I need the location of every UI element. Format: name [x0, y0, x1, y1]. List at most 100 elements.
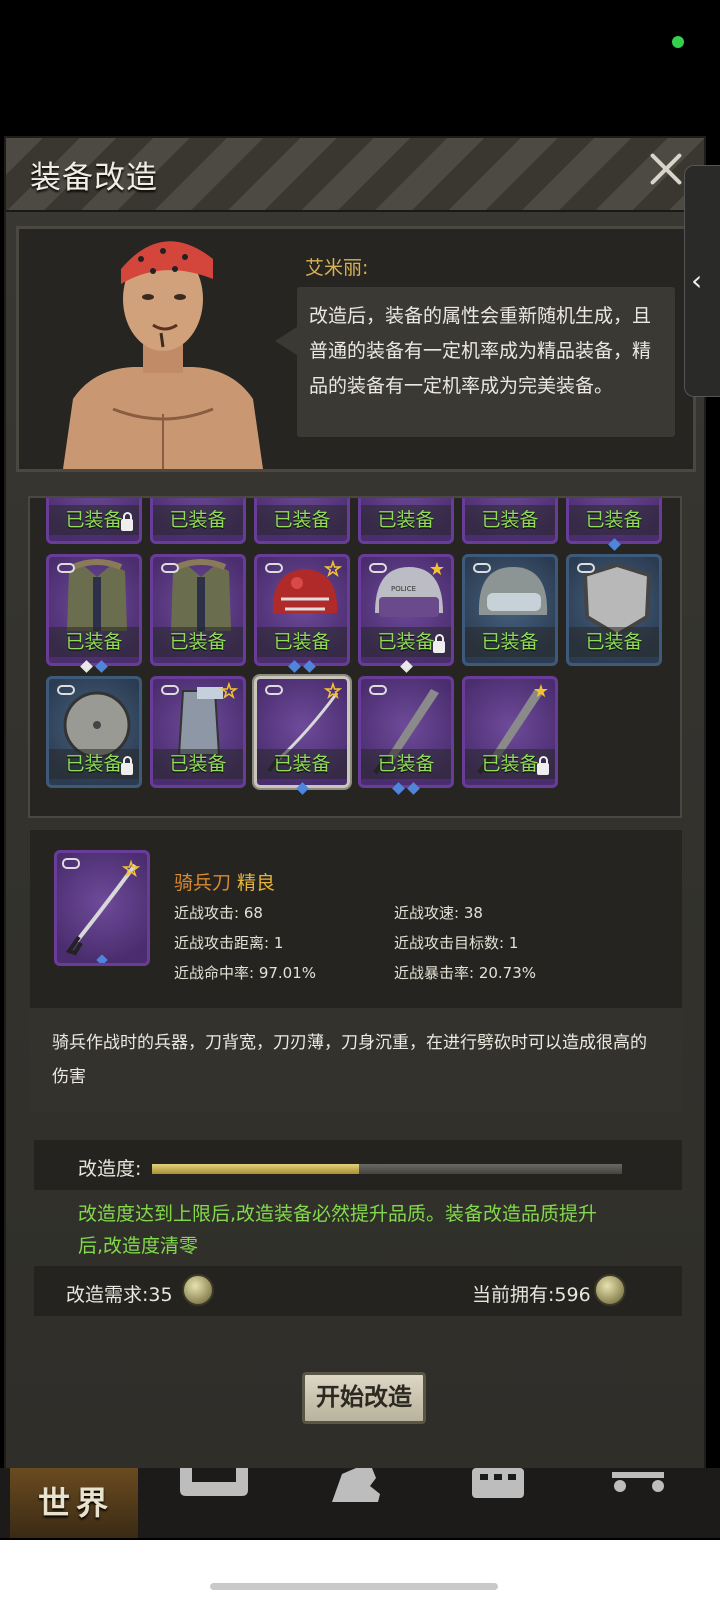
speaker-name: 艾米丽: [305, 257, 369, 279]
lock-icon [433, 634, 445, 653]
gem-icon [399, 660, 413, 673]
bottom-nav: 世界 [0, 1468, 720, 1538]
gem-sockets [566, 538, 662, 552]
item-name: 骑兵刀 精良 [174, 868, 275, 895]
link-icon [57, 563, 75, 573]
stat-melee-crit: 近战暴击率: 20.73% [394, 964, 537, 982]
modification-progress-fill [152, 1164, 359, 1174]
equipped-label: 已装备 [257, 627, 347, 657]
close-icon[interactable] [646, 148, 686, 188]
equipment-slot-partial[interactable]: 已装备 [254, 498, 350, 544]
gem-icon [95, 660, 108, 673]
stat-melee-speed: 近战攻速: 38 [394, 904, 483, 922]
equipment-slot-partial[interactable]: 已装备 [358, 498, 454, 544]
modification-progress-row: 改造度: [34, 1140, 682, 1190]
equipment-slot-partial[interactable]: 已装备 [46, 498, 142, 544]
lock-icon [537, 756, 549, 775]
vehicle-icon[interactable] [612, 1468, 672, 1508]
gem-sockets [358, 782, 454, 796]
backpack-icon[interactable] [176, 1468, 256, 1508]
stat-melee-attack: 近战攻击: 68 [174, 904, 263, 922]
nav-world-label: 世界 [38, 1484, 115, 1522]
equipment-slot-partial[interactable]: 已装备 [150, 498, 246, 544]
modification-label: 改造度: [78, 1158, 142, 1180]
sabre-icon: ★ [62, 858, 140, 966]
equipped-label: 已装备 [49, 627, 139, 657]
equipment-slot-coat[interactable]: 已装备 [150, 554, 246, 666]
gem-sockets [358, 660, 454, 674]
modification-progress-bar [152, 1164, 622, 1174]
equipped-label: 已装备 [153, 505, 243, 535]
stat-melee-range: 近战攻击距离: 1 [174, 934, 284, 952]
equipment-slot-shield[interactable]: 已装备 [566, 554, 662, 666]
selected-item-icon: ★ [54, 850, 150, 966]
link-icon [577, 563, 595, 573]
link-icon [369, 563, 387, 573]
gem-icon [288, 660, 301, 673]
link-icon [265, 563, 283, 573]
equipment-slot-motorcycle-helmet[interactable]: 已装备 [462, 554, 558, 666]
lock-icon [121, 756, 133, 775]
gem-sockets [254, 660, 350, 674]
star-icon: ★ [428, 559, 445, 580]
character-icon[interactable] [322, 1468, 392, 1508]
equipped-label: 已装备 [257, 505, 347, 535]
equipment-slot-sabre[interactable]: ★ 已装备 [254, 676, 350, 788]
link-icon [161, 563, 179, 573]
star-icon: ★ [220, 680, 238, 703]
item-name-text: 骑兵刀 [174, 872, 232, 894]
item-detail: ★ 骑兵刀 精良 近战攻击: 68 近战攻速: 38 近战攻击距离: 1 近战攻击… [30, 830, 682, 1008]
equipment-slot-football-helmet[interactable]: ★ 已装备 [254, 554, 350, 666]
equipment-grid: 已装备 已装备 已装备 已装备 已装备 已装备 已装备 已装备 ★ 已装备 POLICE ★ 已装备 已装… [28, 496, 682, 818]
equipment-slot-machete[interactable]: ★ 已装备 [462, 676, 558, 788]
link-icon [369, 685, 387, 695]
panel-header: 装备改造 [6, 138, 704, 212]
link-icon [161, 685, 179, 695]
equipped-label: 已装备 [569, 505, 659, 535]
equipped-label: 已装备 [153, 627, 243, 657]
equipment-modify-panel: 装备改造 艾米丽: 改造后，装备的属性会重新随机生成，且普通的装备有一定机率成为… [4, 136, 706, 1476]
gem-icon [407, 782, 420, 795]
npc-dialog: 艾米丽: 改造后，装备的属性会重新随机生成，且普通的装备有一定机率成为精品装备，… [16, 226, 696, 472]
equipped-label: 已装备 [257, 749, 347, 779]
equipment-slot-machete[interactable]: 已装备 [358, 676, 454, 788]
gem-icon [295, 782, 309, 795]
equipment-slot-round-shield[interactable]: 已装备 [46, 676, 142, 788]
gem-sockets [46, 660, 142, 674]
gem-sockets [254, 782, 350, 796]
equipped-label: 已装备 [465, 505, 555, 535]
svg-text:POLICE: POLICE [391, 585, 416, 593]
equipped-label: 已装备 [361, 749, 451, 779]
coin-icon [182, 1274, 214, 1306]
side-drawer-tab[interactable]: ‹ [684, 165, 720, 397]
npc-portrait [53, 229, 273, 469]
link-icon [473, 563, 491, 573]
stat-melee-hit: 近战命中率: 97.01% [174, 964, 317, 982]
crafting-icon[interactable] [470, 1468, 530, 1508]
system-bar [0, 1540, 720, 1601]
gem-icon [392, 782, 405, 795]
nav-world[interactable]: 世界 [10, 1468, 138, 1538]
dialog-bubble: 改造后，装备的属性会重新随机生成，且普通的装备有一定机率成为精品装备，精品的装备… [275, 287, 675, 437]
equipped-label: 已装备 [465, 627, 555, 657]
gem-icon [303, 660, 316, 673]
equipped-label: 已装备 [153, 749, 243, 779]
equipment-slot-coat[interactable]: 已装备 [46, 554, 142, 666]
lock-icon [121, 512, 133, 531]
equipment-slot-police-helmet[interactable]: POLICE ★ 已装备 [358, 554, 454, 666]
equipment-slot-arm-guard[interactable]: ★ 已装备 [150, 676, 246, 788]
star-icon: ★ [324, 680, 342, 703]
coin-icon [594, 1274, 626, 1306]
cost-row: 改造需求:35 当前拥有:596 [34, 1266, 682, 1316]
start-modify-button[interactable]: 开始改造 [302, 1372, 426, 1424]
modification-info: 改造度达到上限后,改造装备必然提升品质。装备改造品质提升后,改造度清零 [78, 1203, 598, 1257]
panel-title: 装备改造 [30, 160, 158, 196]
equipped-label: 已装备 [569, 627, 659, 657]
requirement-text: 改造需求:35 [66, 1284, 173, 1306]
gem-icon [607, 538, 621, 551]
chevron-left-icon: ‹ [691, 264, 703, 297]
equipment-slot-partial[interactable]: 已装备 [462, 498, 558, 544]
link-icon [57, 685, 75, 695]
home-indicator[interactable] [210, 1583, 498, 1590]
owned-text: 当前拥有:596 [472, 1284, 591, 1306]
